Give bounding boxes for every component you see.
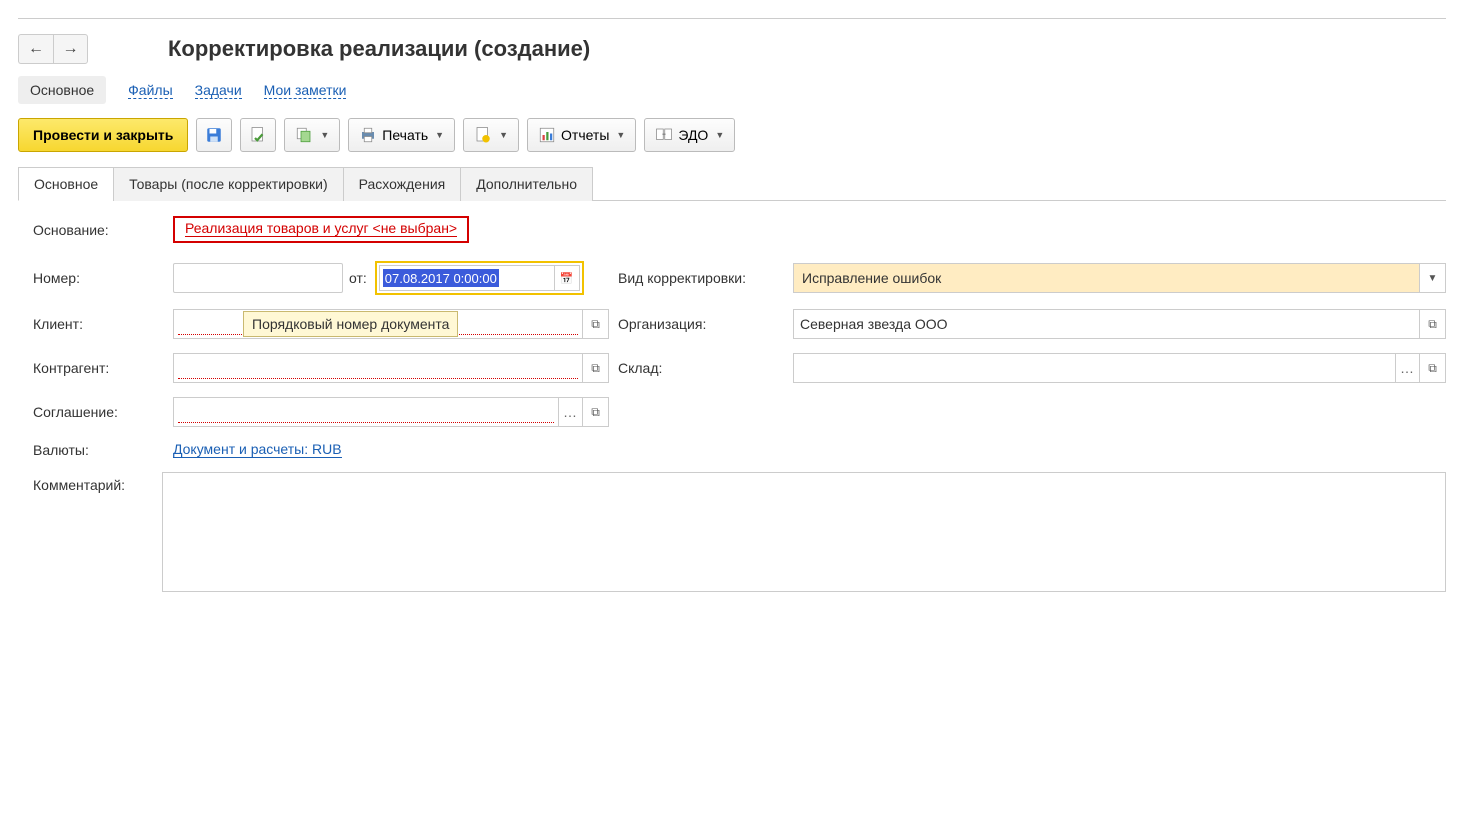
agreement-input[interactable] xyxy=(173,397,559,427)
comment-label: Комментарий: xyxy=(33,472,162,493)
section-nav: Основное Файлы Задачи Мои заметки xyxy=(18,76,1446,104)
org-open-button[interactable]: ⧉ xyxy=(1420,309,1446,339)
client-open-button[interactable]: ⧉ xyxy=(583,309,609,339)
caret-down-icon: ▼ xyxy=(435,130,444,140)
tab-discrepancies[interactable]: Расхождения xyxy=(343,167,462,201)
row-comment: Комментарий: xyxy=(33,472,1446,592)
correction-type-value: Исправление ошибок xyxy=(802,270,941,286)
number-input[interactable] xyxy=(173,263,343,293)
tab-main[interactable]: Основное xyxy=(18,167,114,201)
calendar-button[interactable]: 📅 xyxy=(554,265,580,291)
reports-button[interactable]: Отчеты ▼ xyxy=(527,118,636,152)
document-attach-icon xyxy=(474,126,492,144)
row-currency: Валюты: Документ и расчеты: RUB xyxy=(33,441,1446,458)
row-client: Клиент: Порядковый номер документа ⧉ Орг… xyxy=(33,309,1446,339)
counterparty-input[interactable] xyxy=(173,353,583,383)
correction-type-select[interactable]: Исправление ошибок xyxy=(793,263,1420,293)
warehouse-open-button[interactable]: ⧉ xyxy=(1420,353,1446,383)
document-check-icon xyxy=(249,126,267,144)
date-input[interactable]: 07.08.2017 0:00:00 xyxy=(379,265,554,291)
edo-label: ЭДО xyxy=(678,127,708,143)
caret-down-icon: ▼ xyxy=(616,130,625,140)
caret-down-icon: ▼ xyxy=(499,130,508,140)
agreement-select-button[interactable]: … xyxy=(559,397,583,427)
section-nav-main[interactable]: Основное xyxy=(18,76,106,104)
org-input[interactable]: Северная звезда ООО xyxy=(793,309,1420,339)
correction-type-label: Вид корректировки: xyxy=(618,270,793,286)
basis-highlight-box: Реализация товаров и услуг <не выбран> xyxy=(173,216,469,243)
tab-additional[interactable]: Дополнительно xyxy=(460,167,593,201)
agreement-label: Соглашение: xyxy=(33,404,173,420)
tooltip-number: Порядковый номер документа xyxy=(243,311,458,337)
page-title: Корректировка реализации (создание) xyxy=(168,36,590,62)
row-basis: Основание: Реализация товаров и услуг <н… xyxy=(33,216,1446,243)
tab-goods[interactable]: Товары (после корректировки) xyxy=(113,167,343,201)
currency-label: Валюты: xyxy=(33,442,173,458)
edo-button[interactable]: ЭДО ▼ xyxy=(644,118,735,152)
currency-link[interactable]: Документ и расчеты: RUB xyxy=(173,441,342,458)
from-label: от: xyxy=(349,270,367,286)
tabs: Основное Товары (после корректировки) Ра… xyxy=(18,166,1446,201)
forward-button[interactable]: → xyxy=(53,34,88,64)
back-button[interactable]: ← xyxy=(18,34,53,64)
header-row: ← → Корректировка реализации (создание) xyxy=(18,34,1446,64)
basis-label: Основание: xyxy=(33,222,173,238)
warehouse-label: Склад: xyxy=(618,360,793,376)
create-based-on-button[interactable]: ▼ xyxy=(284,118,340,152)
printer-icon xyxy=(359,126,377,144)
caret-down-icon: ▼ xyxy=(320,130,329,140)
date-value: 07.08.2017 0:00:00 xyxy=(383,269,499,287)
section-nav-files[interactable]: Файлы xyxy=(128,82,172,99)
submit-close-button[interactable]: Провести и закрыть xyxy=(18,118,188,152)
number-label: Номер: xyxy=(33,270,173,286)
counterparty-open-button[interactable]: ⧉ xyxy=(583,353,609,383)
warehouse-input[interactable] xyxy=(793,353,1396,383)
edo-icon xyxy=(655,126,673,144)
warehouse-select-button[interactable]: … xyxy=(1396,353,1420,383)
calendar-icon: 📅 xyxy=(560,272,574,285)
date-highlight-box: 07.08.2017 0:00:00 📅 xyxy=(375,261,584,295)
print-button[interactable]: Печать ▼ xyxy=(348,118,455,152)
attach-button[interactable]: ▼ xyxy=(463,118,519,152)
reports-label: Отчеты xyxy=(561,127,609,143)
org-value: Северная звезда ООО xyxy=(800,316,948,332)
basis-link[interactable]: Реализация товаров и услуг <не выбран> xyxy=(185,220,457,237)
form-area: Основание: Реализация товаров и услуг <н… xyxy=(18,216,1446,592)
section-nav-tasks[interactable]: Задачи xyxy=(195,82,242,99)
comment-textarea[interactable] xyxy=(162,472,1446,592)
client-label: Клиент: xyxy=(33,316,173,332)
copy-green-icon xyxy=(295,126,313,144)
row-agreement: Соглашение: … ⧉ xyxy=(33,397,1446,427)
post-button[interactable] xyxy=(240,118,276,152)
agreement-open-button[interactable]: ⧉ xyxy=(583,397,609,427)
save-icon xyxy=(205,126,223,144)
print-label: Печать xyxy=(382,127,428,143)
org-label: Организация: xyxy=(618,316,793,332)
counterparty-label: Контрагент: xyxy=(33,360,173,376)
section-nav-notes[interactable]: Мои заметки xyxy=(264,82,347,99)
top-divider xyxy=(18,18,1446,19)
save-button[interactable] xyxy=(196,118,232,152)
toolbar: Провести и закрыть ▼ Печать ▼ ▼ Отчеты ▼… xyxy=(18,118,1446,152)
correction-type-dropdown-button[interactable]: ▼ xyxy=(1420,263,1446,293)
chart-icon xyxy=(538,126,556,144)
row-number: Номер: от: 07.08.2017 0:00:00 📅 Вид корр… xyxy=(33,261,1446,295)
caret-down-icon: ▼ xyxy=(715,130,724,140)
row-counterparty: Контрагент: ⧉ Склад: … ⧉ xyxy=(33,353,1446,383)
nav-arrows: ← → xyxy=(18,34,88,64)
